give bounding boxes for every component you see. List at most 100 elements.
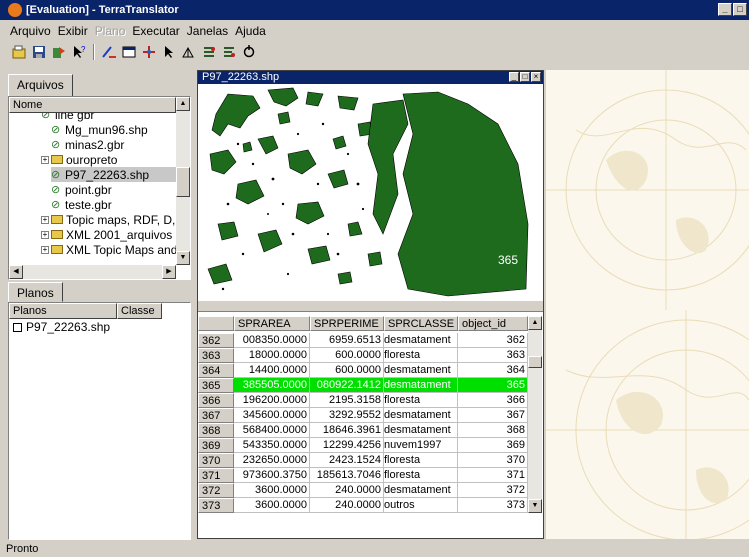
column-header-sprclasse[interactable]: SPRCLASSE [384,316,458,331]
table-row-selected[interactable]: 365 385505.0000 080922.1412 desmatament … [198,378,528,393]
scroll-up-button[interactable]: ▲ [528,316,542,330]
row-id: 370 [198,453,234,468]
expand-icon[interactable]: + [41,230,49,239]
tree-item[interactable]: + XML Topic Maps and [41,242,176,257]
row-id: 364 [198,363,234,378]
cell-sprclasse: floresta [384,468,458,483]
help-pointer-icon[interactable]: ? [70,43,88,61]
table-row[interactable]: 366 196200.0000 2195.3158 floresta 366 [198,393,528,408]
layers-panel: Planos Planos Classe P97_22263.shp [8,282,191,540]
column-header-sprarea[interactable]: SPRAREA [234,316,310,331]
tab-planos[interactable]: Planos [8,282,63,302]
expand-icon[interactable]: + [41,155,49,164]
layer-window-titlebar: P97_22263.shp _ □ × [198,71,543,84]
menu-exibir[interactable]: Exibir [58,24,88,38]
child-close-button[interactable]: × [531,72,541,82]
scroll-down-button[interactable]: ▼ [176,251,190,265]
column-header-planos[interactable]: Planos [9,303,117,319]
file-icon: ⊘ [51,138,61,151]
tree-item[interactable]: ⊘ point.gbr [51,182,112,197]
tree-item[interactable]: ⊘ line gbr [41,113,94,122]
menu-plano: Plano [94,24,126,38]
scroll-right-button[interactable]: ▶ [162,265,176,279]
table-row[interactable]: 362 008350.0000 6959.6513 desmatament 36… [198,333,528,348]
folder-icon [51,155,63,164]
window-icon[interactable] [120,43,138,61]
layer-item[interactable]: P97_22263.shp [9,320,190,334]
tree-item[interactable]: ⊘ minas2.gbr [51,137,124,152]
scroll-thumb[interactable] [176,167,190,197]
cell-sprperime: 240.0000 [310,498,384,513]
scroll-thumb[interactable] [528,356,542,368]
menu-arquivo[interactable]: Arquivo [10,24,51,38]
cell-sprarea: 196200.0000 [234,393,310,408]
column-header-classe[interactable]: Classe [117,303,162,319]
tree-item[interactable]: ⊘ Mg_mun96.shp [51,122,148,137]
cell-sprarea: 18000.0000 [234,348,310,363]
child-maximize-button[interactable]: □ [520,72,530,82]
menu-executar[interactable]: Executar [132,24,179,38]
folder-icon [51,245,63,254]
child-minimize-button[interactable]: _ [509,72,519,82]
table-vertical-scrollbar[interactable]: ▲ ▼ [528,316,542,513]
menu-ajuda[interactable]: Ajuda [235,24,266,38]
attribute-table: SPRAREA SPRPERIME SPRCLASSE object_id 36… [198,311,543,538]
map-canvas[interactable]: 365 [198,84,543,301]
save-icon[interactable] [30,43,48,61]
tree-item[interactable]: + ouropreto [41,152,117,167]
tree-item[interactable]: ⊘ teste.gbr [51,197,112,212]
table-row[interactable]: 370 232650.0000 2423.1524 floresta 370 [198,453,528,468]
minimize-button[interactable]: _ [718,3,732,16]
menu-janelas[interactable]: Janelas [187,24,228,38]
column-header-rowid [198,316,234,331]
draw-icon[interactable] [100,43,118,61]
table-row[interactable]: 372 3600.0000 240.0000 desmatament 372 [198,483,528,498]
refresh-icon[interactable] [240,43,258,61]
scroll-up-button[interactable]: ▲ [176,97,190,111]
maximize-button[interactable]: □ [733,3,747,16]
expand-icon[interactable]: + [41,245,49,254]
map-polygon-label: 365 [498,253,518,267]
table-row[interactable]: 371 973600.3750 185613.7046 floresta 371 [198,468,528,483]
cell-sprclasse: outros [384,498,458,513]
folder-icon [51,215,63,224]
cell-sprclasse: floresta [384,348,458,363]
cell-object-id: 365 [458,378,528,393]
table-row[interactable]: 364 14400.0000 600.0000 desmatament 364 [198,363,528,378]
table-row[interactable]: 367 345600.0000 3292.9552 desmatament 36… [198,408,528,423]
table-row[interactable]: 369 543350.0000 12299.4256 nuvem1997 369 [198,438,528,453]
tab-arquivos[interactable]: Arquivos [8,74,73,97]
query-icon[interactable] [220,43,238,61]
layers-icon[interactable] [200,43,218,61]
pan-icon[interactable] [140,43,158,61]
layers-list: Planos Classe P97_22263.shp [8,302,191,540]
cell-object-id: 363 [458,348,528,363]
expand-icon[interactable]: + [41,215,49,224]
column-header-nome[interactable]: Nome [9,97,176,113]
column-header-object-id[interactable]: object_id [458,316,528,331]
row-id: 363 [198,348,234,363]
scroll-down-button[interactable]: ▼ [528,499,542,513]
status-text: Pronto [6,543,39,555]
table-row[interactable]: 373 3600.0000 240.0000 outros 373 [198,498,528,513]
tree-item[interactable]: + Topic maps, RDF, D, [41,212,175,227]
tree-horizontal-scrollbar[interactable]: ◀ ▶ [9,265,176,279]
tree-item-selected[interactable]: ⊘ P97_22263.shp [51,167,176,182]
layer-window: P97_22263.shp _ □ × 365 SPRAREA SPRPERIM… [197,70,544,539]
scroll-left-button[interactable]: ◀ [9,265,23,279]
table-row[interactable]: 363 18000.0000 600.0000 floresta 363 [198,348,528,363]
cell-object-id: 373 [458,498,528,513]
cell-sprclasse: desmatament [384,408,458,423]
app-icon [8,3,22,17]
cell-sprarea: 973600.3750 [234,468,310,483]
open-icon[interactable] [10,43,28,61]
column-header-sprperime[interactable]: SPRPERIME [310,316,384,331]
table-row[interactable]: 368 568400.0000 18646.3961 desmatament 3… [198,423,528,438]
cell-sprclasse: desmatament [384,363,458,378]
import-icon[interactable] [50,43,68,61]
layer-checkbox[interactable] [13,322,22,332]
select-arrow-icon[interactable] [160,43,178,61]
tree-vertical-scrollbar[interactable]: ▲ ▼ [176,97,190,265]
zoom-icon[interactable] [180,43,198,61]
tree-item[interactable]: + XML 2001_arquivos [41,227,172,242]
